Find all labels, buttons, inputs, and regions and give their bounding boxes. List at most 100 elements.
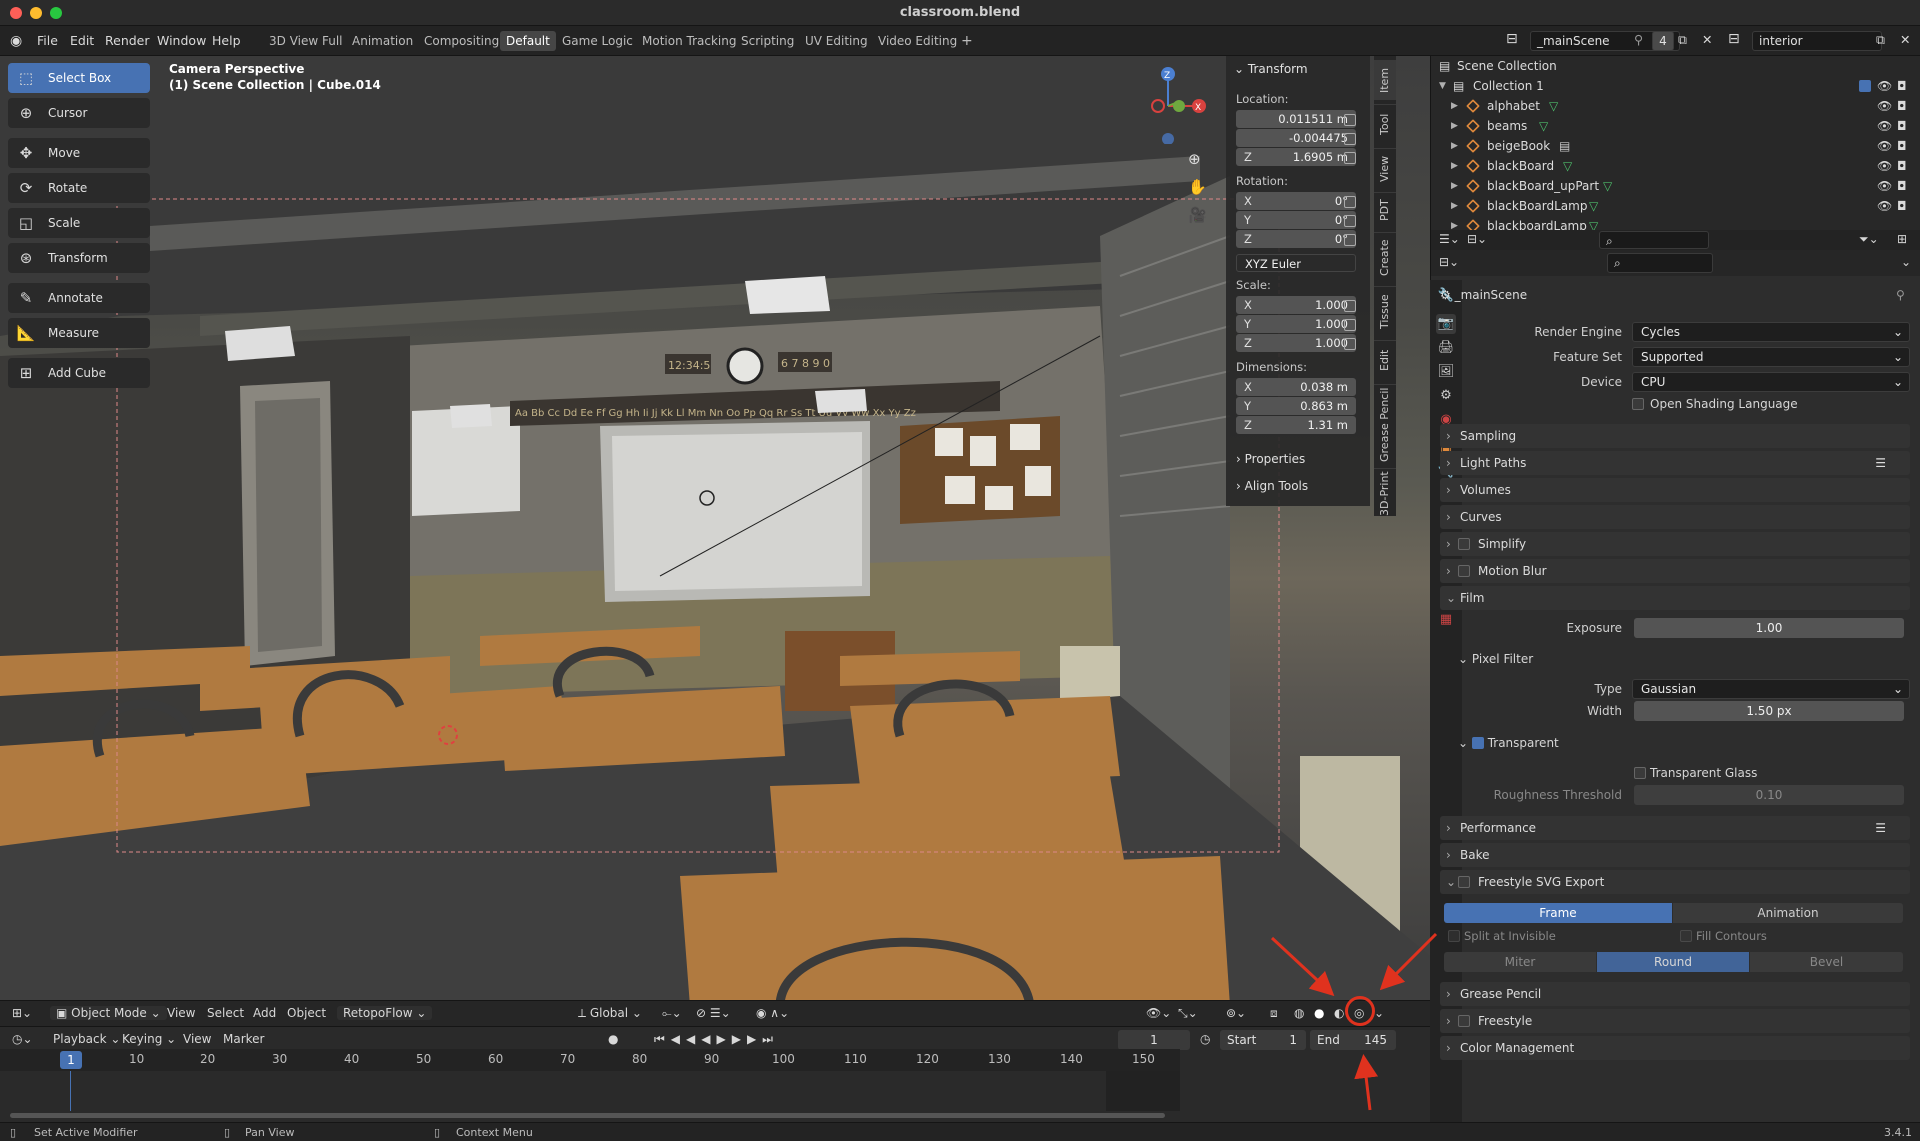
chevron-right-icon[interactable]: ▶	[1451, 176, 1458, 196]
align-tools-panel-header[interactable]: › Align Tools	[1236, 479, 1308, 493]
outliner-item-blackboard-uppart[interactable]: ▶ blackBoard_upPart ▽ 👁 ◘	[1431, 176, 1920, 196]
scene-users-count[interactable]: 4	[1652, 31, 1674, 51]
properties-editor-icon[interactable]: ⊟⌄	[1439, 255, 1459, 269]
tab-compositing[interactable]: Compositing	[418, 31, 505, 51]
menu-window[interactable]: Window	[157, 33, 206, 48]
exposure-slider[interactable]: 1.00	[1634, 618, 1904, 638]
tab-video-editing[interactable]: Video Editing	[872, 31, 963, 51]
render-engine-dropdown[interactable]: Cycles ⌄	[1632, 322, 1910, 342]
lock-location-z-icon[interactable]	[1344, 152, 1356, 164]
pan-hand-icon[interactable]: ✋	[1188, 178, 1207, 196]
chevron-right-icon[interactable]: ▶	[1451, 156, 1458, 176]
add-workspace-button[interactable]: +	[955, 31, 979, 51]
tab-motion-tracking[interactable]: Motion Tracking	[636, 31, 742, 51]
navigation-gizmo[interactable]: Z X	[1130, 64, 1210, 145]
lock-location-x-icon[interactable]	[1344, 114, 1356, 126]
dimensions-x-field[interactable]: X 0.038 m	[1236, 378, 1356, 396]
presets-list-icon[interactable]: ☰	[1875, 816, 1886, 840]
chevron-right-icon[interactable]: ▶	[1451, 116, 1458, 136]
join-miter[interactable]: Miter	[1444, 952, 1596, 972]
motion-blur-checkbox[interactable]	[1458, 565, 1470, 577]
chevron-right-icon[interactable]: ▶	[1451, 216, 1458, 230]
pixel-filter-subpanel[interactable]: ⌄ Pixel Filter	[1458, 652, 1533, 666]
tab-animation[interactable]: Animation	[346, 31, 419, 51]
tool-select-box[interactable]: ⬚ Select Box	[8, 63, 150, 93]
playback-controls[interactable]: ⏮◀◀◀▶▶▶⏭	[654, 1032, 779, 1047]
render-properties-icon[interactable]: 📷	[1436, 314, 1456, 334]
tool-move[interactable]: ✥ Move	[8, 138, 150, 168]
svg-export-checkbox[interactable]	[1458, 876, 1470, 888]
proportional-edit-icon[interactable]: ◉ ∧⌄	[756, 1006, 789, 1020]
pivot-point-icon[interactable]: ⟜⌄	[662, 1006, 682, 1021]
new-view-layer-icon[interactable]: ⧉	[1876, 32, 1885, 48]
section-volumes[interactable]: › Volumes	[1440, 478, 1910, 502]
properties-options-icon[interactable]: ⌄	[1901, 255, 1911, 269]
viewport-menu-object[interactable]: Object	[287, 1006, 326, 1020]
menu-file[interactable]: File	[37, 33, 58, 48]
join-round[interactable]: Round	[1597, 952, 1749, 972]
view-layer-icon[interactable]: ⊟	[1728, 31, 1740, 47]
retopoflow-menu[interactable]: RetopoFlow ⌄	[337, 1006, 433, 1020]
camera-render-icon[interactable]: ◘	[1897, 76, 1907, 96]
camera-render-icon[interactable]: ◘	[1897, 156, 1907, 176]
device-dropdown[interactable]: CPU ⌄	[1632, 372, 1910, 392]
tab-grease-pencil[interactable]: Grease Pencil	[1374, 384, 1396, 464]
keying-menu[interactable]: Keying ⌄	[122, 1032, 176, 1046]
dimensions-y-field[interactable]: Y 0.863 m	[1236, 397, 1356, 415]
eye-icon[interactable]: 👁	[1877, 176, 1892, 196]
lock-rotation-x-icon[interactable]	[1344, 196, 1356, 208]
playhead-marker[interactable]: 1	[60, 1051, 82, 1069]
transparent-glass-checkbox[interactable]	[1634, 767, 1646, 779]
playback-menu[interactable]: Playback ⌄	[53, 1032, 120, 1046]
location-x-field[interactable]: 0.011511 m	[1236, 110, 1356, 128]
feature-set-dropdown[interactable]: Supported ⌄	[1632, 347, 1910, 367]
scene-properties-icon[interactable]: ⚙	[1436, 386, 1456, 406]
outliner-item-blackboard[interactable]: ▶ blackBoard ▽ 👁 ◘	[1431, 156, 1920, 176]
location-y-field[interactable]: -0.004475	[1236, 129, 1356, 147]
location-z-field[interactable]: Z 1.6905 m	[1236, 148, 1356, 166]
filter-icon[interactable]: ⏷⌄	[1859, 232, 1879, 247]
outliner-item-beams[interactable]: ▶ beams ▽ 👁 ◘	[1431, 116, 1920, 136]
camera-render-icon[interactable]: ◘	[1897, 136, 1907, 156]
rotation-x-field[interactable]: X 0°	[1236, 192, 1356, 210]
blender-logo-icon[interactable]: ◉	[10, 33, 22, 49]
output-properties-icon[interactable]: 🖨	[1436, 338, 1456, 358]
lock-rotation-y-icon[interactable]	[1344, 215, 1356, 227]
osl-checkbox[interactable]	[1632, 398, 1644, 410]
rotation-mode-dropdown[interactable]: XYZ Euler	[1236, 254, 1356, 272]
outliner-item-beigebook[interactable]: ▶ beigeBook ▤ 👁 ◘	[1431, 136, 1920, 156]
scale-x-field[interactable]: X 1.000	[1236, 296, 1356, 314]
tab-pdt[interactable]: PDT	[1374, 192, 1396, 228]
viewport-menu-view[interactable]: View	[167, 1006, 195, 1020]
eye-icon[interactable]: 👁	[1877, 116, 1892, 136]
tool-rotate[interactable]: ⟳ Rotate	[8, 173, 150, 203]
remove-view-layer-icon[interactable]: ✕	[1900, 32, 1910, 47]
section-film[interactable]: ⌄ Film	[1440, 586, 1910, 610]
lock-location-y-icon[interactable]	[1344, 133, 1356, 145]
rotation-z-field[interactable]: Z 0°	[1236, 230, 1356, 248]
display-mode-icon[interactable]: ☰⌄	[1439, 232, 1460, 246]
timeline[interactable]: ◷⌄ Playback ⌄ Keying ⌄ View Marker ● ⏮◀◀…	[0, 1026, 1430, 1122]
outliner-scene-collection[interactable]: ▤ Scene Collection	[1431, 56, 1920, 76]
tab-item[interactable]: Item	[1374, 60, 1396, 100]
section-light-paths[interactable]: › Light Paths ☰	[1440, 451, 1910, 475]
lock-scale-y-icon[interactable]	[1344, 319, 1356, 331]
pin-icon[interactable]: ⚲	[1634, 32, 1643, 47]
scale-y-field[interactable]: Y 1.000	[1236, 315, 1356, 333]
outliner-item-blackboardlamp-2[interactable]: ▶ blackboardLamp ▽	[1431, 216, 1920, 230]
eye-icon[interactable]: 👁	[1877, 156, 1892, 176]
camera-render-icon[interactable]: ◘	[1897, 176, 1907, 196]
tab-create[interactable]: Create	[1374, 232, 1396, 282]
menu-render[interactable]: Render	[105, 33, 150, 48]
timeline-view-menu[interactable]: View	[183, 1032, 211, 1046]
duplicate-scene-icon[interactable]: ⧉	[1678, 32, 1687, 48]
tab-edit[interactable]: Edit	[1374, 340, 1396, 380]
fill-contours-checkbox[interactable]	[1680, 930, 1692, 942]
section-freestyle-svg-export[interactable]: ⌄ Freestyle SVG Export	[1440, 870, 1910, 894]
transparent-checkbox[interactable]	[1471, 737, 1484, 749]
section-sampling[interactable]: › Sampling	[1440, 424, 1910, 448]
chevron-right-icon[interactable]: ▶	[1451, 136, 1458, 156]
lock-scale-x-icon[interactable]	[1344, 300, 1356, 312]
gizmo-toggle-icon[interactable]: ⤡⌄	[1178, 1006, 1198, 1021]
lock-rotation-z-icon[interactable]	[1344, 234, 1356, 246]
